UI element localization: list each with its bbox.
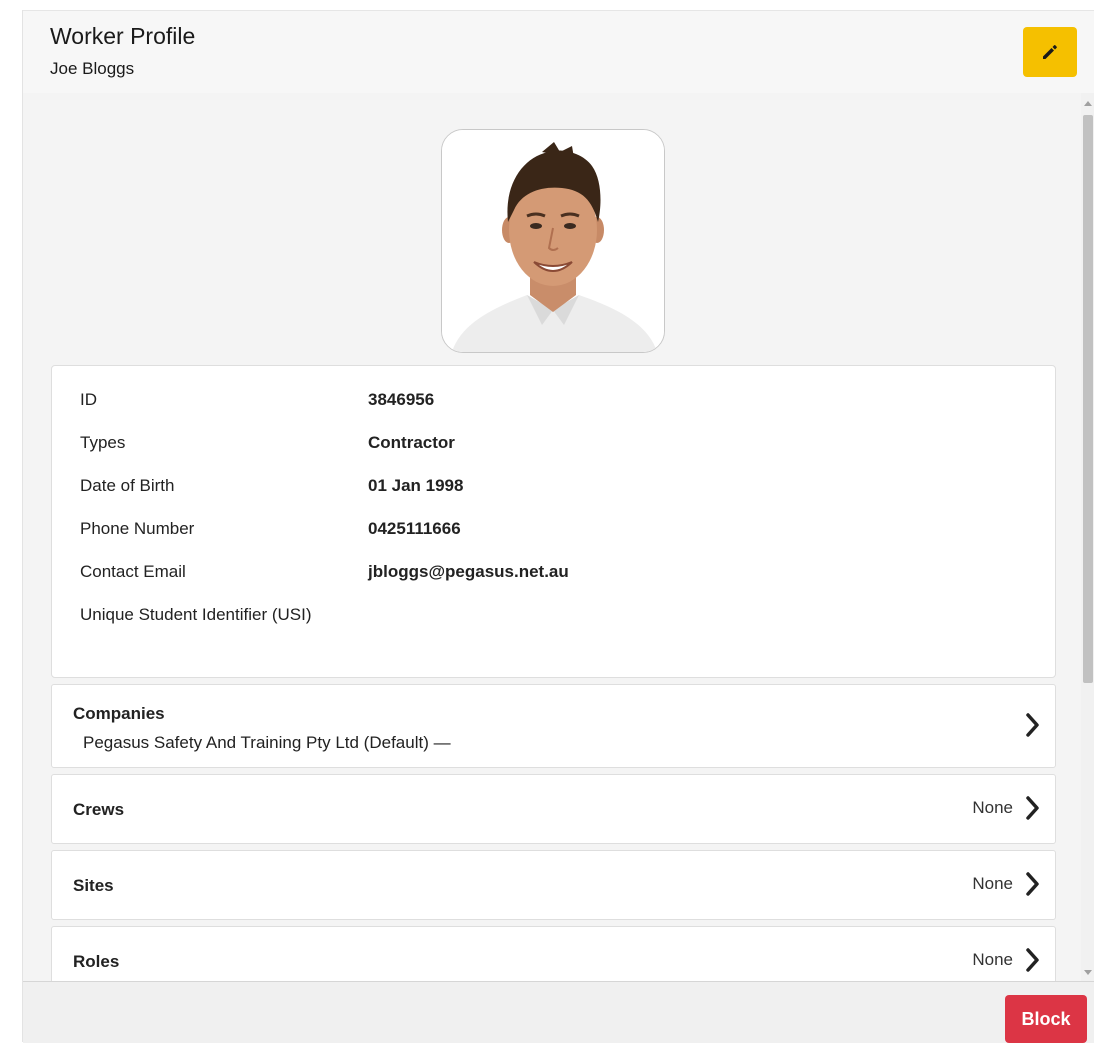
companies-title: Companies	[73, 704, 165, 723]
worker-name: Joe Bloggs	[50, 59, 135, 78]
worker-photo	[441, 129, 665, 353]
pencil-icon	[1043, 45, 1057, 59]
sites-section[interactable]: Sites None	[51, 850, 1056, 920]
crews-status: None	[972, 798, 1013, 817]
companies-open[interactable]	[1025, 713, 1039, 737]
detail-value: jbloggs@pegasus.net.au	[368, 562, 569, 581]
chevron-right-icon	[1026, 948, 1039, 972]
detail-label: ID	[80, 390, 97, 409]
panel-footer: Block	[23, 981, 1094, 1043]
detail-value: 0425111666	[368, 519, 461, 538]
block-button[interactable]: Block	[1005, 995, 1087, 1043]
crews-title: Crews	[73, 800, 125, 819]
worker-photo-image	[442, 130, 664, 352]
detail-label: Date of Birth	[80, 476, 175, 495]
chevron-right-icon	[1026, 713, 1039, 737]
roles-open[interactable]: None	[972, 948, 1039, 972]
detail-label: Contact Email	[80, 562, 186, 581]
crews-section[interactable]: Crews None	[51, 774, 1056, 844]
edit-button[interactable]	[1023, 27, 1077, 77]
detail-value: Contractor	[368, 433, 455, 452]
vertical-scrollbar[interactable]	[1081, 93, 1094, 981]
companies-section[interactable]: Companies Pegasus Safety And Training Pt…	[51, 684, 1056, 768]
chevron-right-icon	[1026, 872, 1039, 896]
panel-header: Worker Profile Joe Bloggs	[23, 10, 1094, 94]
scrollbar-thumb[interactable]	[1083, 115, 1093, 683]
roles-title: Roles	[73, 952, 120, 971]
page-title: Worker Profile	[50, 23, 196, 49]
scroll-up-arrow-icon[interactable]	[1084, 101, 1092, 106]
chevron-right-icon	[1026, 796, 1039, 820]
detail-label: Unique Student Identifier (USI)	[80, 605, 312, 624]
profile-scroll-area[interactable]: ID 3846956 Types Contractor Date of Birt…	[23, 93, 1081, 981]
scroll-down-arrow-icon[interactable]	[1084, 970, 1092, 975]
sites-title: Sites	[73, 876, 114, 895]
crews-open[interactable]: None	[972, 796, 1039, 820]
worker-profile-panel: Worker Profile Joe Bloggs ID 3846956 Typ…	[22, 10, 1094, 1043]
sites-status: None	[972, 874, 1013, 893]
detail-label: Types	[80, 433, 126, 452]
roles-status: None	[972, 950, 1013, 969]
sites-open[interactable]: None	[972, 872, 1039, 896]
detail-label: Phone Number	[80, 519, 195, 538]
roles-section[interactable]: Roles None	[51, 926, 1056, 981]
companies-value: Pegasus Safety And Training Pty Ltd (Def…	[83, 733, 451, 752]
detail-value: 3846956	[368, 390, 435, 409]
worker-details-card: ID 3846956 Types Contractor Date of Birt…	[51, 365, 1056, 678]
detail-value: 01 Jan 1998	[368, 476, 464, 495]
